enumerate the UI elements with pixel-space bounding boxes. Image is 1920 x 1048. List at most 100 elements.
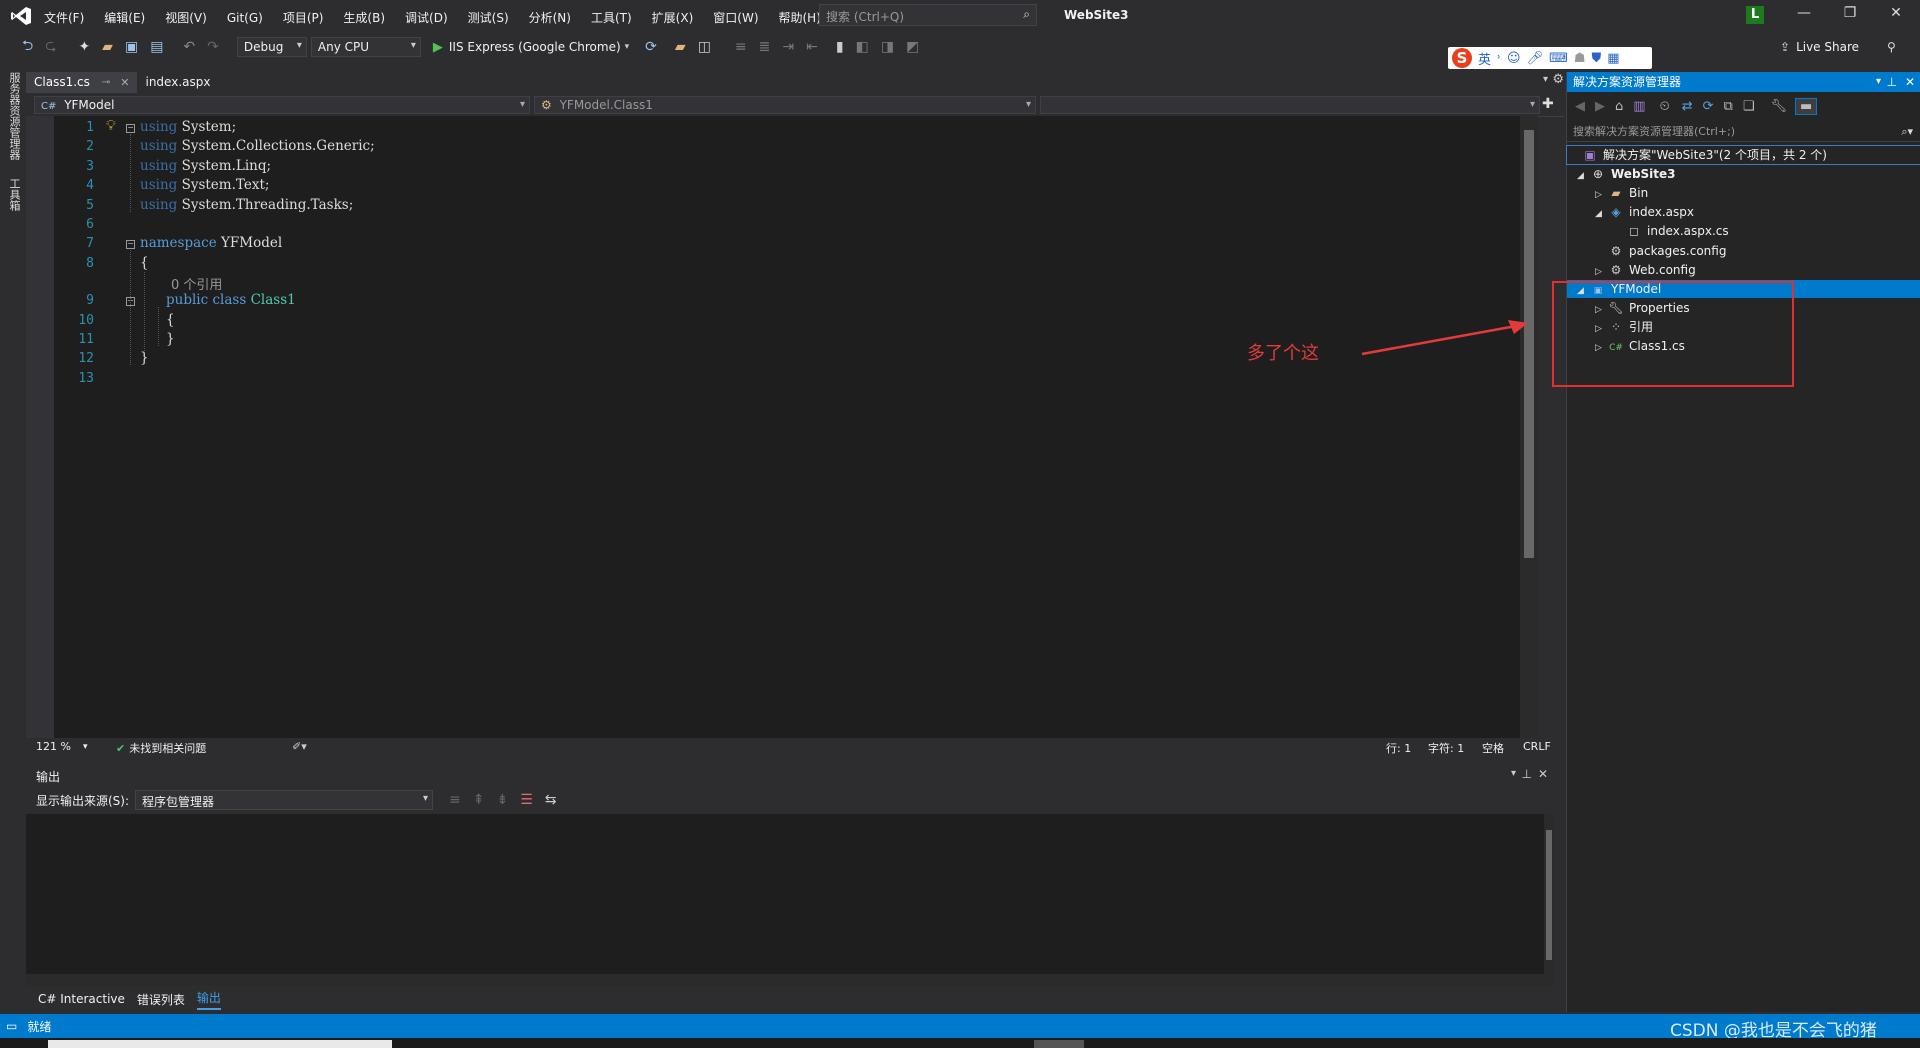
close-tab-icon[interactable]: ✕	[120, 72, 129, 93]
settings-gear-icon[interactable]: ⚙	[1552, 72, 1564, 87]
outdent-icon[interactable]: ⇤	[806, 39, 818, 55]
tab-csharp-interactive[interactable]: C# Interactive	[38, 992, 125, 1006]
member-dropdown[interactable]	[1040, 96, 1540, 114]
back-icon[interactable]: ⮌	[22, 35, 33, 59]
code-line[interactable]: using System;	[140, 119, 236, 135]
server-explorer-tab[interactable]: 服务器资源管理器	[6, 72, 22, 160]
go-to-message-icon[interactable]: ≡	[449, 792, 461, 808]
restore-icon[interactable]: ❐	[1830, 5, 1870, 21]
collapse-all-icon[interactable]: ⧉	[1724, 99, 1733, 114]
editor-vertical-scrollbar[interactable]	[1520, 116, 1538, 738]
search-input[interactable]: 搜索 (Ctrl+Q) ⌕	[819, 4, 1037, 26]
pending-changes-icon[interactable]: ⏲	[1660, 99, 1670, 114]
toolbox-tab[interactable]: 工具箱	[6, 178, 22, 211]
chevron-down-icon[interactable]: ▾	[1876, 72, 1881, 92]
tree-node[interactable]: ▷ ⚙ Web.config	[1567, 261, 1920, 279]
tree-node[interactable]: ▷ ▰ Bin	[1567, 184, 1920, 202]
pin-icon[interactable]: ⊸	[102, 72, 110, 93]
comment-icon[interactable]: ≡	[735, 39, 747, 55]
next-message-icon[interactable]: ⇟	[497, 792, 509, 808]
open-folder-icon[interactable]: ▰	[102, 39, 113, 55]
split-editor-icon[interactable]: ✚	[1542, 96, 1554, 112]
vs-logo-icon[interactable]	[10, 6, 32, 29]
close-icon[interactable]: ✕	[1905, 72, 1915, 92]
chevron-down-icon[interactable]: ▾	[1511, 768, 1516, 779]
next-bookmark-icon[interactable]: ◨	[881, 39, 894, 55]
feedback-icon[interactable]: ⚲	[1887, 40, 1896, 54]
zoom-combo[interactable]: 121 % ▾	[36, 740, 87, 753]
expanded-arrow-icon[interactable]: ◢	[1577, 167, 1589, 185]
word-wrap-icon[interactable]: ⇆	[545, 792, 557, 808]
code-line[interactable]: }	[140, 350, 149, 366]
lightbulb-icon[interactable]: 💡︎	[106, 118, 116, 134]
menu-item[interactable]: 项目(P)	[283, 9, 324, 26]
pin-icon[interactable]: ⊥	[1522, 767, 1532, 781]
clear-bookmarks-icon[interactable]: ◩	[906, 39, 919, 55]
pin-icon[interactable]: ⊥	[1887, 72, 1897, 92]
code-line[interactable]: using System.Text;	[140, 177, 269, 193]
code-lens-references[interactable]: 0 个引用	[171, 274, 222, 293]
run-button[interactable]: ▶ IIS Express (Google Chrome) ▾	[433, 40, 629, 55]
save-all-icon[interactable]: ▤	[150, 39, 163, 55]
menu-item[interactable]: 分析(N)	[529, 9, 571, 26]
code-line[interactable]: {	[166, 312, 175, 328]
redo-icon[interactable]: ↷	[207, 39, 219, 55]
fold-toggle-icon[interactable]: −	[126, 124, 135, 133]
new-project-icon[interactable]: ✦	[78, 39, 90, 55]
tab-index-aspx[interactable]: index.aspx	[137, 72, 218, 93]
menu-item[interactable]: Git(G)	[227, 11, 263, 25]
output-horizontal-scrollbar[interactable]	[26, 974, 1554, 986]
forward-icon[interactable]: ⮎	[45, 35, 56, 59]
close-icon[interactable]: ✕	[1876, 5, 1916, 21]
screenshot-icon[interactable]: ◫	[698, 39, 711, 55]
tab-output[interactable]: 输出	[196, 989, 221, 1010]
code-line[interactable]: using System.Collections.Generic;	[140, 138, 375, 154]
output-text-area[interactable]	[26, 814, 1544, 974]
clear-all-icon[interactable]: ☰	[520, 792, 533, 808]
line-ending[interactable]: CRLF	[1523, 740, 1551, 753]
tree-node[interactable]: ◢ ◈ index.aspx	[1567, 203, 1920, 221]
back-icon[interactable]: ◀	[1575, 99, 1585, 114]
class-dropdown[interactable]: ⚙ YFModel.Class1	[534, 96, 1036, 114]
show-all-files-icon[interactable]: ❏	[1743, 99, 1755, 114]
menu-item[interactable]: 测试(S)	[468, 9, 509, 26]
code-line[interactable]: namespace YFModel	[140, 235, 282, 251]
home-icon[interactable]: ⌂	[1615, 99, 1623, 114]
menu-item[interactable]: 编辑(E)	[104, 9, 145, 26]
project-dropdown[interactable]: C# YFModel	[34, 96, 530, 114]
scrollbar-thumb[interactable]	[1546, 830, 1552, 960]
menu-item[interactable]: 视图(V)	[165, 9, 207, 26]
save-icon[interactable]: ▣	[125, 39, 138, 55]
tab-error-list[interactable]: 错误列表	[137, 991, 185, 1008]
tree-node[interactable]: ◻ index.aspx.cs	[1567, 222, 1920, 240]
code-line[interactable]: using System.Threading.Tasks;	[140, 197, 353, 213]
uncomment-icon[interactable]: ≣	[759, 39, 771, 55]
sync-icon[interactable]: ⇄	[1682, 99, 1693, 114]
undo-icon[interactable]: ↶	[183, 39, 195, 55]
expanded-arrow-icon[interactable]: ◢	[1595, 205, 1607, 223]
switch-views-icon[interactable]: ▥	[1633, 99, 1645, 114]
tree-node[interactable]: ⚙ packages.config	[1567, 242, 1920, 260]
refresh-icon[interactable]: ⟳	[645, 39, 657, 55]
platform-combo[interactable]: Any CPU	[310, 37, 421, 57]
prev-bookmark-icon[interactable]: ◧	[856, 39, 869, 55]
refresh-icon[interactable]: ⟳	[1703, 99, 1714, 114]
close-icon[interactable]: ✕	[1538, 767, 1548, 781]
config-combo[interactable]: Debug	[236, 37, 307, 57]
menu-item[interactable]: 生成(B)	[343, 9, 385, 26]
collapsed-arrow-icon[interactable]: ▷	[1595, 186, 1607, 204]
avatar[interactable]: L	[1746, 6, 1764, 24]
folder-icon[interactable]: ▰	[675, 39, 686, 55]
bookmark-icon[interactable]: ▮	[836, 39, 844, 55]
issues-indicator[interactable]: ✔ 未找到相关问题	[116, 740, 206, 756]
indent-mode[interactable]: 空格	[1482, 740, 1504, 756]
indent-icon[interactable]: ⇥	[782, 39, 794, 55]
ime-toolbar[interactable]: S 英 ˒ ☺ 🎤︎ ⌨ ☗ ⛊ ▦	[1448, 47, 1652, 69]
collapsed-arrow-icon[interactable]: ▷	[1595, 263, 1607, 281]
menu-item[interactable]: 文件(F)	[44, 9, 84, 26]
prev-message-icon[interactable]: ⇞	[473, 792, 485, 808]
minimize-icon[interactable]: —	[1784, 5, 1824, 21]
menu-item[interactable]: 帮助(H)	[779, 9, 821, 26]
brush-icon[interactable]: ✐▾	[292, 740, 307, 753]
menu-item[interactable]: 工具(T)	[591, 9, 632, 26]
